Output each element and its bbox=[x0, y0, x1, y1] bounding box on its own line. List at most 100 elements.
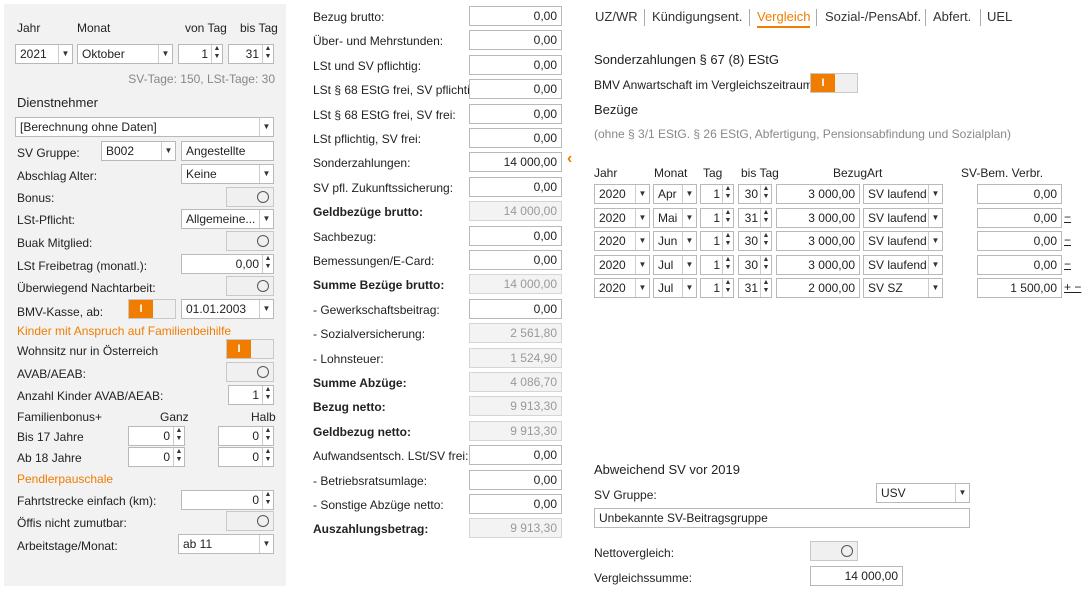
bonus-toggle[interactable] bbox=[226, 187, 274, 207]
row-sv-input[interactable]: 0,00 bbox=[977, 254, 1062, 275]
row-bezug-input[interactable]: 3 000,00 bbox=[776, 254, 860, 275]
sv-gruppe-select[interactable]: B002 ▼ bbox=[101, 141, 176, 161]
row-tag-stepper[interactable]: 1 ▲ ▼ bbox=[700, 184, 734, 204]
row-bis-stepper[interactable]: 30 ▲ ▼ bbox=[738, 184, 772, 204]
spinner-icon[interactable]: ▲ ▼ bbox=[262, 45, 273, 63]
lst-freibetrag-stepper[interactable]: 0,00 ▲ ▼ bbox=[181, 254, 274, 274]
row-sv-input[interactable]: 0,00 bbox=[977, 184, 1062, 204]
row-art-select[interactable]: SV SZ ▼ bbox=[863, 278, 943, 298]
middle-row-value[interactable]: 0,00 bbox=[469, 6, 562, 26]
arbeitstage-select[interactable]: ab 11 ▼ bbox=[178, 534, 274, 554]
spinner-icon[interactable]: ▲ ▼ bbox=[722, 279, 733, 297]
ab18-ganz-stepper[interactable]: 0 ▲ ▼ bbox=[128, 447, 185, 467]
avab-toggle[interactable] bbox=[226, 362, 274, 382]
row-art-select[interactable]: SV laufend ▼ bbox=[863, 254, 943, 275]
abschlag-select[interactable]: Keine ▼ bbox=[181, 164, 274, 184]
tab-5[interactable]: UEL bbox=[987, 9, 1012, 24]
middle-row-value[interactable]: 0,00 bbox=[469, 298, 562, 319]
tab-0[interactable]: UZ/WR bbox=[595, 9, 638, 24]
middle-row-value[interactable]: 0,00 bbox=[469, 103, 562, 124]
jahr-select[interactable]: 2021 ▼ bbox=[15, 44, 73, 64]
row-tag-stepper[interactable]: 1 ▲ ▼ bbox=[700, 207, 734, 228]
monat-select[interactable]: Oktober ▼ bbox=[77, 44, 173, 64]
tab-4[interactable]: Abfert. bbox=[933, 9, 971, 24]
row-monat-select[interactable]: Apr ▼ bbox=[653, 184, 697, 204]
spinner-icon[interactable]: ▲ ▼ bbox=[760, 232, 771, 250]
middle-row-value[interactable]: 0,00 bbox=[469, 54, 562, 75]
row-actions[interactable]: + − bbox=[1064, 280, 1081, 294]
spinner-icon[interactable]: ▲ ▼ bbox=[760, 255, 771, 274]
row-bezug-input[interactable]: 3 000,00 bbox=[776, 231, 860, 251]
row-monat-select[interactable]: Jul ▼ bbox=[653, 254, 697, 275]
row-monat-select[interactable]: Jun ▼ bbox=[653, 231, 697, 251]
row-art-select[interactable]: SV laufend ▼ bbox=[863, 184, 943, 204]
row-jahr-select[interactable]: 2020 ▼ bbox=[594, 231, 650, 251]
abw-sv-gruppe-select[interactable]: USV ▼ bbox=[876, 483, 970, 503]
spinner-icon[interactable]: ▲ ▼ bbox=[173, 427, 184, 445]
row-tag-stepper[interactable]: 1 ▲ ▼ bbox=[700, 231, 734, 251]
row-bezug-input[interactable]: 3 000,00 bbox=[776, 207, 860, 228]
middle-row-value[interactable]: 0,00 bbox=[469, 128, 562, 148]
spinner-icon[interactable]: ▲ ▼ bbox=[262, 255, 273, 273]
wohnsitz-toggle[interactable]: I bbox=[226, 339, 274, 359]
middle-row-value[interactable]: 0,00 bbox=[469, 250, 562, 270]
row-bezug-input[interactable]: 2 000,00 bbox=[776, 278, 860, 298]
spinner-icon[interactable]: ▲ ▼ bbox=[262, 427, 273, 445]
spinner-icon[interactable]: ▲ ▼ bbox=[722, 185, 733, 203]
lst-pflicht-select[interactable]: Allgemeine... ▼ bbox=[181, 209, 274, 229]
row-jahr-select[interactable]: 2020 ▼ bbox=[594, 184, 650, 204]
spinner-icon[interactable]: ▲ ▼ bbox=[722, 232, 733, 250]
bis17-halb-stepper[interactable]: 0 ▲ ▼ bbox=[218, 426, 274, 446]
spinner-icon[interactable]: ▲ ▼ bbox=[722, 208, 733, 227]
middle-row-value[interactable]: 0,00 bbox=[469, 494, 562, 514]
nachtarbeit-toggle[interactable] bbox=[226, 276, 274, 296]
spinner-icon[interactable]: ▲ ▼ bbox=[760, 208, 771, 227]
vergleichssumme-input[interactable]: 14 000,00 bbox=[810, 566, 903, 586]
middle-row-value[interactable]: 14 000,00 bbox=[469, 152, 562, 173]
von-tag-stepper[interactable]: 1 ▲ ▼ bbox=[178, 44, 223, 64]
tab-2[interactable]: Vergleich bbox=[757, 9, 811, 28]
spinner-icon[interactable]: ▲ ▼ bbox=[262, 491, 273, 509]
bis-tag-stepper[interactable]: 31 ▲ ▼ bbox=[228, 44, 274, 64]
row-actions[interactable]: − bbox=[1064, 210, 1071, 224]
row-actions[interactable]: − bbox=[1064, 233, 1071, 247]
row-art-select[interactable]: SV laufend ▼ bbox=[863, 207, 943, 228]
middle-row-value[interactable]: 0,00 bbox=[469, 469, 562, 490]
row-sv-input[interactable]: 0,00 bbox=[977, 231, 1062, 251]
buak-toggle[interactable] bbox=[226, 231, 274, 251]
spinner-icon[interactable]: ▲ ▼ bbox=[262, 448, 273, 466]
middle-row-value[interactable]: 0,00 bbox=[469, 79, 562, 100]
nettovergleich-toggle[interactable] bbox=[810, 541, 858, 561]
oeffis-toggle[interactable] bbox=[226, 511, 274, 531]
row-monat-select[interactable]: Mai ▼ bbox=[653, 207, 697, 228]
row-jahr-select[interactable]: 2020 ▼ bbox=[594, 278, 650, 298]
bmv-toggle[interactable]: I bbox=[128, 299, 176, 319]
row-jahr-select[interactable]: 2020 ▼ bbox=[594, 207, 650, 228]
spinner-icon[interactable]: ▲ ▼ bbox=[760, 279, 771, 297]
berechnung-select[interactable]: [Berechnung ohne Daten] ▼ bbox=[15, 117, 274, 137]
spinner-icon[interactable]: ▲ ▼ bbox=[722, 255, 733, 274]
tab-3[interactable]: Sozial-/PensAbf. bbox=[825, 9, 921, 24]
row-bis-stepper[interactable]: 30 ▲ ▼ bbox=[738, 231, 772, 251]
bmv-date-select[interactable]: 01.01.2003 ▼ bbox=[181, 299, 274, 319]
bmv-anwartschaft-toggle[interactable]: I bbox=[810, 73, 858, 93]
spinner-icon[interactable]: ▲ ▼ bbox=[760, 185, 771, 203]
middle-row-value[interactable]: 0,00 bbox=[469, 176, 562, 197]
row-sv-input[interactable]: 0,00 bbox=[977, 207, 1062, 228]
anzahl-kinder-stepper[interactable]: 1 ▲ ▼ bbox=[228, 385, 274, 405]
row-sv-input[interactable]: 1 500,00 bbox=[977, 278, 1062, 298]
spinner-icon[interactable]: ▲ ▼ bbox=[211, 45, 222, 63]
ab18-halb-stepper[interactable]: 0 ▲ ▼ bbox=[218, 447, 274, 467]
row-actions[interactable]: − bbox=[1064, 257, 1071, 271]
row-bis-stepper[interactable]: 31 ▲ ▼ bbox=[738, 207, 772, 228]
middle-row-value[interactable]: 0,00 bbox=[469, 30, 562, 51]
fahrtstrecke-stepper[interactable]: 0 ▲ ▼ bbox=[181, 490, 274, 510]
row-bezug-input[interactable]: 3 000,00 bbox=[776, 184, 860, 204]
row-art-select[interactable]: SV laufend ▼ bbox=[863, 231, 943, 251]
row-tag-stepper[interactable]: 1 ▲ ▼ bbox=[700, 278, 734, 298]
tab-1[interactable]: Kündigungsent. bbox=[652, 9, 742, 24]
middle-row-value[interactable]: 0,00 bbox=[469, 445, 562, 466]
row-jahr-select[interactable]: 2020 ▼ bbox=[594, 254, 650, 275]
row-bis-stepper[interactable]: 30 ▲ ▼ bbox=[738, 254, 772, 275]
spinner-icon[interactable]: ▲ ▼ bbox=[262, 386, 273, 404]
